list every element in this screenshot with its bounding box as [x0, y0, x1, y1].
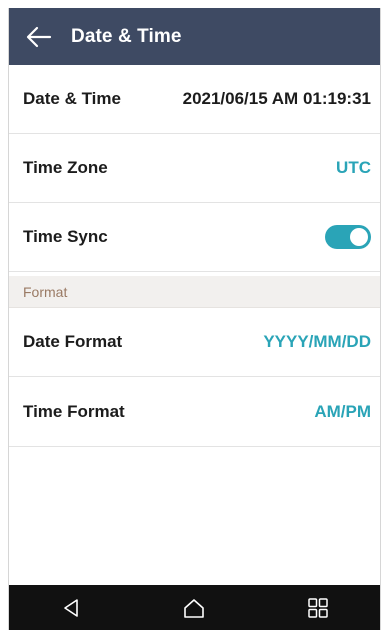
home-icon [184, 598, 205, 618]
date-format-label: Date Format [23, 332, 123, 351]
system-nav-bar [9, 585, 380, 630]
time-sync-toggle[interactable] [325, 225, 371, 249]
screen: Date & Time Date & Time 2021/06/15 AM 01… [8, 8, 381, 630]
time-zone-value: UTC [336, 158, 371, 177]
time-sync-row: Time Sync [9, 203, 380, 272]
nav-back-button[interactable] [49, 588, 93, 628]
time-sync-label: Time Sync [23, 227, 108, 246]
time-format-label: Time Format [23, 402, 125, 421]
format-section-header: Format [9, 276, 380, 308]
back-button[interactable] [19, 17, 59, 57]
date-time-label: Date & Time [23, 89, 121, 108]
page-title: Date & Time [71, 25, 182, 47]
nav-home-button[interactable] [172, 588, 216, 628]
time-format-value: AM/PM [314, 402, 371, 421]
app-bar: Date & Time [9, 8, 380, 65]
date-time-value: 2021/06/15 AM 01:19:31 [182, 89, 371, 108]
recents-icon [308, 597, 328, 618]
nav-recents-button[interactable] [296, 588, 340, 628]
arrow-left-icon [26, 26, 52, 47]
format-section-title: Format [23, 283, 68, 300]
back-triangle-icon [64, 598, 78, 617]
time-zone-label: Time Zone [23, 158, 108, 177]
date-time-row[interactable]: Date & Time 2021/06/15 AM 01:19:31 [9, 65, 380, 134]
date-format-row[interactable]: Date Format YYYY/MM/DD [9, 308, 380, 377]
toggle-knob [350, 228, 368, 246]
date-format-value: YYYY/MM/DD [263, 332, 371, 351]
time-zone-row[interactable]: Time Zone UTC [9, 134, 380, 203]
time-format-row[interactable]: Time Format AM/PM [9, 378, 380, 447]
